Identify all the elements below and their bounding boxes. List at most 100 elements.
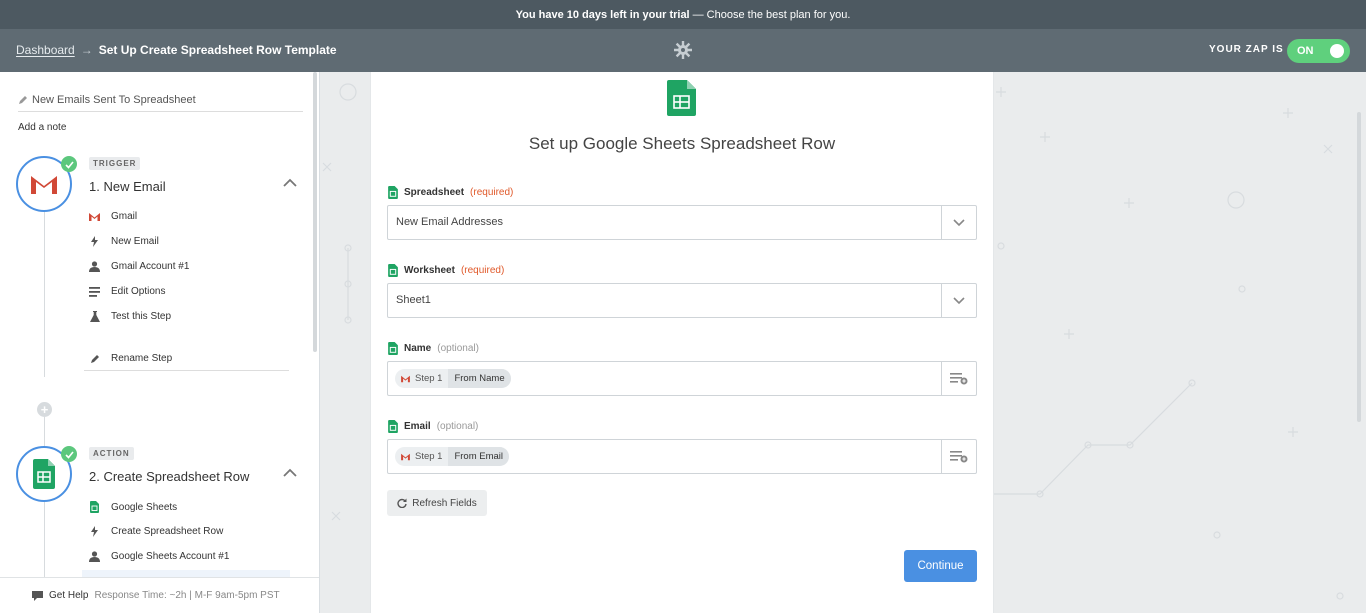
- google-sheets-icon: [33, 459, 55, 489]
- trial-banner[interactable]: You have 10 days left in your trial — Ch…: [0, 0, 1366, 29]
- zap-name-text: New Emails Sent To Spreadsheet: [32, 94, 196, 106]
- page-title: Set Up Create Spreadsheet Row Template: [98, 43, 337, 57]
- toggle-knob: [1330, 44, 1344, 58]
- flask-icon: [89, 311, 100, 322]
- add-step-icon[interactable]: +: [37, 402, 52, 417]
- chevron-down-icon[interactable]: [941, 284, 976, 317]
- mapped-field-pill[interactable]: Step 1 From Email: [395, 447, 510, 466]
- step2-item-label: Google Sheets: [111, 501, 178, 513]
- lightning-icon: [91, 236, 98, 247]
- breadcrumb: Dashboard → Set Up Create Spreadsheet Ro…: [16, 43, 337, 57]
- google-sheets-icon: [388, 186, 398, 199]
- insert-field-icon[interactable]: [941, 440, 976, 473]
- step1-item-label: Test this Step: [111, 311, 172, 322]
- lightning-icon: [91, 526, 98, 537]
- pill-field: From Email: [448, 447, 510, 466]
- rename-step-link[interactable]: Rename Step: [88, 353, 172, 364]
- step2-item-account[interactable]: Google Sheets Account #1: [88, 551, 229, 562]
- step1-item-account[interactable]: Gmail Account #1: [88, 261, 189, 272]
- name-label: Name (optional): [388, 342, 479, 355]
- pencil-icon: [90, 354, 99, 363]
- user-icon: [89, 261, 100, 272]
- step1-item-label: Edit Options: [111, 286, 166, 297]
- trial-days-text: You have 10 days left in your trial: [515, 8, 690, 21]
- divider: [84, 370, 289, 371]
- breadcrumb-arrow: →: [80, 43, 93, 57]
- field-label-text: Name: [404, 343, 432, 354]
- spreadsheet-select[interactable]: New Email Addresses: [387, 205, 977, 240]
- top-header: Dashboard → Set Up Create Spreadsheet Ro…: [0, 29, 1366, 72]
- step1-title[interactable]: 1. New Email: [89, 179, 166, 194]
- insert-field-icon[interactable]: [941, 362, 976, 395]
- rename-step-label: Rename Step: [111, 353, 173, 364]
- sidebar-scrollbar[interactable]: [313, 72, 317, 352]
- setup-card: Set up Google Sheets Spreadsheet Row Spr…: [370, 72, 994, 613]
- timeline-line: [44, 212, 45, 377]
- trigger-badge: TRIGGER: [89, 157, 141, 170]
- gmail-icon: [29, 173, 59, 195]
- email-label: Email (optional): [388, 420, 478, 433]
- trial-cta-text[interactable]: — Choose the best plan for you.: [693, 9, 851, 21]
- dashboard-link[interactable]: Dashboard: [16, 43, 75, 57]
- email-input[interactable]: Step 1 From Email: [387, 439, 977, 474]
- sidebar: New Emails Sent To Spreadsheet Add a not…: [0, 72, 320, 613]
- pill-step: Step 1: [415, 451, 443, 462]
- gmail-icon: [401, 453, 410, 460]
- step2-item-app[interactable]: Google Sheets: [88, 501, 177, 513]
- step2-title[interactable]: 2. Create Spreadsheet Row: [89, 469, 249, 484]
- required-tag: (required): [470, 187, 514, 198]
- pill-field: From Name: [448, 369, 511, 388]
- zap-on-toggle[interactable]: ON: [1287, 39, 1350, 63]
- step1-item-event[interactable]: New Email: [88, 236, 159, 247]
- zap-name-field[interactable]: New Emails Sent To Spreadsheet: [18, 94, 303, 112]
- get-help-link[interactable]: Get Help: [49, 590, 88, 601]
- refresh-fields-button[interactable]: Refresh Fields: [387, 490, 487, 516]
- list-icon: [89, 286, 100, 297]
- required-tag: (required): [460, 265, 505, 276]
- worksheet-label: Worksheet (required): [388, 264, 504, 277]
- field-label-text: Spreadsheet: [404, 187, 465, 198]
- step2-item-action[interactable]: Create Spreadsheet Row: [88, 526, 223, 537]
- google-sheets-icon: [90, 501, 99, 513]
- worksheet-select[interactable]: Sheet1: [387, 283, 977, 318]
- step2-item-label: Google Sheets Account #1: [111, 551, 230, 562]
- field-label-text: Worksheet: [404, 265, 455, 276]
- step2-item-label: Create Spreadsheet Row: [111, 526, 224, 537]
- continue-button[interactable]: Continue: [904, 550, 977, 582]
- toggle-label: ON: [1297, 45, 1314, 57]
- chevron-up-icon[interactable]: [283, 178, 297, 188]
- check-icon: [61, 156, 77, 172]
- refresh-icon: [397, 498, 407, 508]
- chat-icon: [32, 590, 43, 601]
- google-sheets-icon: [388, 264, 398, 277]
- google-sheets-icon: [388, 342, 398, 355]
- gear-icon[interactable]: [673, 40, 693, 65]
- step1-item-test[interactable]: Test this Step: [88, 311, 171, 322]
- field-label-text: Email: [404, 421, 431, 432]
- response-time-text: Response Time: ~2h | M-F 9am-5pm PST: [94, 590, 280, 601]
- timeline-line: [44, 417, 45, 447]
- step1-item-app[interactable]: Gmail: [88, 211, 137, 222]
- mapped-field-pill[interactable]: Step 1 From Name: [395, 369, 511, 388]
- pill-step: Step 1: [415, 373, 443, 384]
- chevron-down-icon[interactable]: [941, 206, 976, 239]
- step1-item-label: Gmail Account #1: [111, 261, 190, 272]
- name-input[interactable]: Step 1 From Name: [387, 361, 977, 396]
- timeline-line: [44, 502, 45, 582]
- optional-tag: (optional): [436, 421, 479, 432]
- gmail-icon: [401, 375, 410, 382]
- action-badge: ACTION: [89, 447, 134, 460]
- spreadsheet-label: Spreadsheet (required): [388, 186, 513, 199]
- google-sheets-icon: [667, 80, 696, 121]
- help-footer[interactable]: Get Help Response Time: ~2h | M-F 9am-5p…: [0, 577, 319, 613]
- chevron-up-icon[interactable]: [283, 468, 297, 478]
- step1-item-options[interactable]: Edit Options: [88, 286, 165, 297]
- add-note-link[interactable]: Add a note: [18, 122, 66, 133]
- user-icon: [89, 551, 100, 562]
- step1-item-label: New Email: [111, 236, 159, 247]
- google-sheets-icon: [388, 420, 398, 433]
- worksheet-value: Sheet1: [396, 294, 431, 306]
- optional-tag: (optional): [437, 343, 479, 354]
- gmail-icon: [89, 212, 100, 221]
- spreadsheet-value: New Email Addresses: [396, 216, 503, 228]
